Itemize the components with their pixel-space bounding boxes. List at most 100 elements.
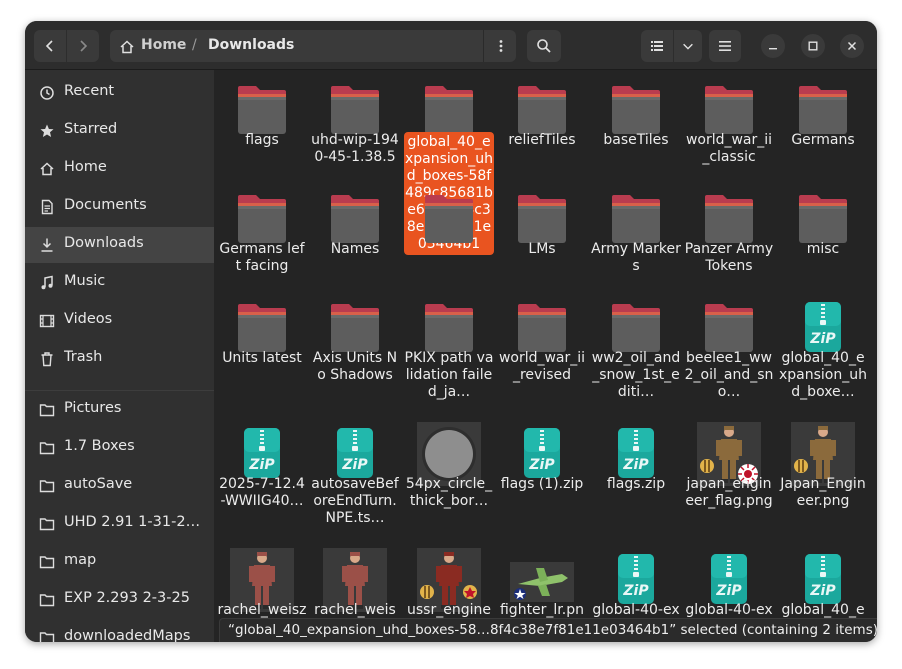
maximize-icon: [808, 41, 818, 51]
video-icon: [39, 313, 55, 329]
header-bar: Home / Downloads: [25, 21, 877, 70]
main-menu-button[interactable]: [709, 30, 741, 62]
sidebar-item-exp-2-293-2-3-25[interactable]: EXP 2.293 2-3-25: [25, 582, 214, 618]
file-name: LMs: [528, 241, 556, 257]
sidebar-item-downloadedmaps[interactable]: downloadedMaps: [25, 620, 214, 642]
file-name: 54px_circle_thick_bor…: [405, 476, 493, 509]
sidebar-item-downloads[interactable]: Downloads: [25, 227, 214, 263]
sidebar-item-label: UHD 2.91 1-31-24 ...: [64, 514, 204, 530]
view-list-button[interactable]: [641, 30, 673, 62]
file-name: flags: [245, 132, 279, 148]
sidebar-item-label: EXP 2.293 2-3-25: [64, 590, 190, 606]
path-current[interactable]: Downloads: [208, 37, 294, 53]
svg-text:ZiP: ZiP: [715, 583, 742, 599]
search-button[interactable]: [527, 30, 561, 62]
file-name: uhd-wip-1940-45-1.38.5: [311, 132, 399, 165]
chevron-left-icon: [45, 40, 53, 52]
file-grid: flags uhd-wip-1940-45-1.38.5 global_40_exp…: [215, 70, 877, 642]
file-name: PKIX path validation failed_ja…: [404, 350, 494, 400]
sidebar-item-label: Home: [64, 159, 107, 175]
star-icon: [39, 123, 55, 139]
file-name: flags.zip: [606, 476, 666, 492]
file-name: global_40_expansion_uhd_boxe…: [779, 350, 867, 400]
path-separator: /: [192, 37, 197, 53]
sidebar-item-label: downloadedMaps: [64, 628, 191, 642]
search-icon: [537, 39, 551, 53]
sidebar-item-label: Recent: [64, 83, 115, 99]
folder-icon: [39, 440, 55, 456]
file-name: autosaveBeforeEndTurn.NPE.ts…: [311, 476, 399, 526]
sidebar-item-label: Videos: [64, 311, 113, 327]
file-name: ww2_oil_and_snow_1st_editi…: [591, 350, 681, 400]
sidebar-item-uhd-2-91-1-31-24[interactable]: UHD 2.91 1-31-24 ...: [25, 506, 214, 542]
close-button[interactable]: [840, 34, 864, 58]
document-icon: [39, 199, 55, 215]
hamburger-menu-icon: [719, 41, 731, 51]
sidebar-item-autosave[interactable]: autoSave: [25, 468, 214, 504]
home-icon: [120, 40, 134, 54]
file-name: Japan_Engineer.png: [780, 476, 866, 509]
folder-icon: [39, 592, 55, 608]
sidebar-item-trash[interactable]: Trash: [25, 341, 214, 377]
sidebar-item-label: map: [64, 552, 97, 568]
path-bar: Home / Downloads: [110, 30, 516, 62]
sidebar-item-recent[interactable]: Recent: [25, 75, 214, 111]
minimize-button[interactable]: [761, 34, 785, 58]
view-options-button[interactable]: [674, 30, 702, 62]
sidebar-item-label: Trash: [64, 349, 103, 365]
trash-icon: [39, 351, 55, 367]
folder-icon: [39, 478, 55, 494]
file-name: world_war_ii_revised: [498, 350, 586, 383]
sidebar-item-label: 1.7 Boxes: [64, 438, 135, 454]
sidebar-item-label: autoSave: [64, 476, 133, 492]
sidebar-item-label: Pictures: [64, 400, 122, 416]
sidebar-item-label: Music: [64, 273, 106, 289]
sidebar-item-home[interactable]: Home: [25, 151, 214, 187]
svg-text:ZiP: ZiP: [809, 331, 836, 347]
folder-icon: [417, 187, 481, 251]
file-name: Germans: [791, 132, 855, 148]
folder-icon: [39, 554, 55, 570]
svg-text:ZiP: ZiP: [809, 583, 836, 599]
sidebar-item-starred[interactable]: Starred: [25, 113, 214, 149]
file-name: world_war_ii_classic: [685, 132, 773, 165]
music-icon: [39, 275, 55, 291]
clock-icon: [39, 85, 55, 101]
more-vertical-icon: [499, 40, 502, 52]
sidebar-item-videos[interactable]: Videos: [25, 303, 214, 339]
svg-text:ZiP: ZiP: [248, 457, 275, 473]
sidebar-item-1-7-boxes[interactable]: 1.7 Boxes: [25, 430, 214, 466]
file-name: 2025-7-12.4-WWIIG40…: [219, 476, 305, 509]
sidebar-item-documents[interactable]: Documents: [25, 189, 214, 225]
back-button[interactable]: [34, 30, 66, 62]
file-name: Panzer Army Tokens: [684, 241, 774, 274]
path-home[interactable]: Home: [141, 37, 186, 53]
file-name: Axis Units No Shadows: [312, 350, 398, 383]
sidebar-item-label: Documents: [64, 197, 147, 213]
chevron-down-icon: [683, 43, 693, 50]
sidebar-item-label: Downloads: [64, 235, 144, 251]
file-name: baseTiles: [603, 132, 669, 148]
list-view-icon: [651, 41, 663, 51]
minimize-icon: [769, 48, 777, 50]
file-name: flags (1).zip: [500, 476, 584, 492]
file-name: Names: [330, 241, 380, 257]
sidebar-item-music[interactable]: Music: [25, 265, 214, 301]
sidebar-item-map[interactable]: map: [25, 544, 214, 580]
sidebar: Recent Starred Home Documents Downloads Music…: [25, 70, 214, 642]
path-menu-button[interactable]: [483, 30, 517, 62]
home-icon: [39, 161, 55, 177]
sidebar-divider: [25, 390, 214, 391]
svg-text:ZiP: ZiP: [528, 457, 555, 473]
file-name: Germans left facing: [219, 241, 305, 274]
maximize-button[interactable]: [801, 34, 825, 58]
svg-text:ZiP: ZiP: [341, 457, 368, 473]
svg-text:ZiP: ZiP: [622, 583, 649, 599]
forward-button[interactable]: [67, 30, 99, 62]
folder-icon: [39, 516, 55, 532]
status-bar: “global_40_expansion_uhd_boxes-58…8f4c38…: [219, 618, 877, 642]
svg-text:ZiP: ZiP: [622, 457, 649, 473]
close-icon: [847, 41, 857, 51]
download-icon: [39, 237, 55, 253]
sidebar-item-pictures[interactable]: Pictures: [25, 392, 214, 428]
